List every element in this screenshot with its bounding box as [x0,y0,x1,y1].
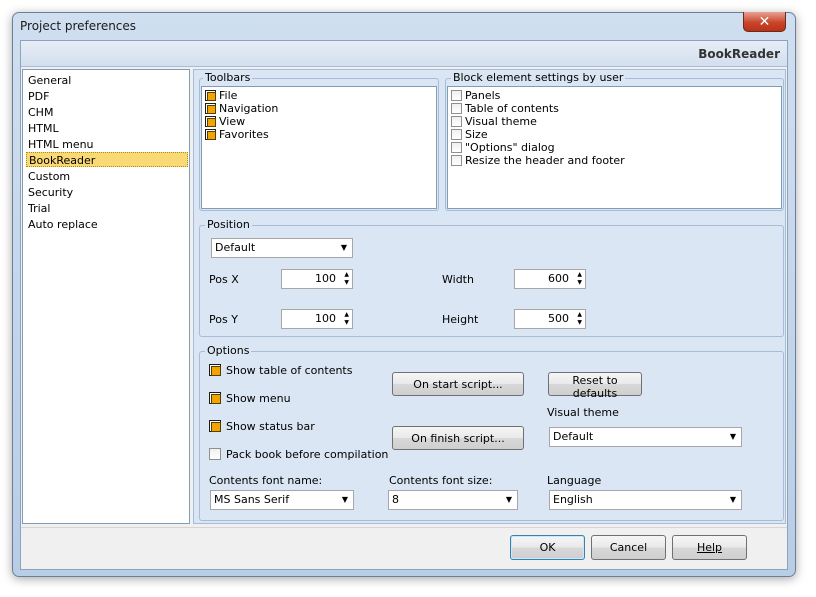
contents-font-name-label: Contents font name: [209,474,323,487]
toolbar-item-view[interactable]: View [205,115,245,128]
settings-panel: Toolbars File Navigation View Favorites … [193,69,786,524]
block-resize-checkbox[interactable] [451,155,462,166]
width-label: Width [442,273,474,286]
toolbars-list[interactable]: File Navigation View Favorites [201,86,437,209]
category-list[interactable]: General PDF CHM HTML HTML menu BookReade… [22,69,190,524]
chevron-down-icon: ▼ [729,432,736,441]
spin-arrows-icon[interactable]: ▲ ▼ [577,271,582,287]
pos-x-stepper[interactable]: 100 ▲ ▼ [281,269,353,289]
chevron-down-icon: ▼ [341,495,348,504]
height-label: Height [442,313,479,326]
header-band [21,41,787,67]
toolbar-item-navigation[interactable]: Navigation [205,102,278,115]
cancel-button[interactable]: Cancel [591,535,666,560]
block-toc-checkbox[interactable] [451,103,462,114]
on-start-script-button[interactable]: On start script... [392,372,524,396]
spin-arrows-icon[interactable]: ▲ ▼ [344,271,349,287]
toolbar-file-checkbox[interactable] [205,90,216,101]
show-toc-option[interactable]: Show table of contents [209,364,352,377]
pack-book-checkbox[interactable] [209,448,221,460]
spin-arrows-icon[interactable]: ▲ ▼ [577,311,582,327]
on-finish-script-button[interactable]: On finish script... [392,426,524,450]
ok-button[interactable]: OK [510,535,585,560]
chevron-down-icon: ▼ [729,495,736,504]
visual-theme-select[interactable]: Default ▼ [549,427,742,447]
nav-item-auto-replace[interactable]: Auto replace [26,217,188,232]
nav-item-trial[interactable]: Trial [26,201,188,216]
nav-item-pdf[interactable]: PDF [26,89,188,104]
block-item-size[interactable]: Size [451,128,488,141]
nav-item-general[interactable]: General [26,73,188,88]
toolbar-item-file[interactable]: File [205,89,237,102]
pos-y-stepper[interactable]: 100 ▲ ▼ [281,309,353,329]
block-item-options-dialog[interactable]: "Options" dialog [451,141,555,154]
pack-book-option[interactable]: Pack book before compilation [209,448,388,461]
toolbar-favorites-checkbox[interactable] [205,129,216,140]
block-item-visual-theme[interactable]: Visual theme [451,115,537,128]
block-item-resize[interactable]: Resize the header and footer [451,154,625,167]
spin-arrows-icon[interactable]: ▲ ▼ [344,311,349,327]
language-label: Language [547,474,602,487]
block-settings-group-title: Block element settings by user [451,71,626,84]
nav-item-security[interactable]: Security [26,185,188,200]
nav-item-bookreader[interactable]: BookReader [26,152,188,167]
show-status-bar-option[interactable]: Show status bar [209,420,315,433]
show-toc-checkbox[interactable] [209,364,221,376]
contents-font-name-select[interactable]: MS Sans Serif ▼ [210,490,354,510]
show-menu-checkbox[interactable] [209,392,221,404]
chevron-down-icon: ▼ [505,495,512,504]
toolbar-navigation-checkbox[interactable] [205,103,216,114]
nav-item-chm[interactable]: CHM [26,105,188,120]
visual-theme-label: Visual theme [547,406,619,419]
height-stepper[interactable]: 500 ▲ ▼ [514,309,586,329]
block-item-toc[interactable]: Table of contents [451,102,559,115]
block-panels-checkbox[interactable] [451,90,462,101]
nav-item-html-menu[interactable]: HTML menu [26,137,188,152]
width-stepper[interactable]: 600 ▲ ▼ [514,269,586,289]
toolbar-item-favorites[interactable]: Favorites [205,128,269,141]
chevron-down-icon: ▼ [340,243,347,252]
block-options-dialog-checkbox[interactable] [451,142,462,153]
pos-y-label: Pos Y [209,313,238,326]
reset-defaults-button[interactable]: Reset to defaults [548,372,642,400]
section-title: BookReader [698,47,780,61]
toolbar-view-checkbox[interactable] [205,116,216,127]
help-button[interactable]: Help [672,535,747,560]
block-settings-list[interactable]: Panels Table of contents Visual theme Si… [447,86,782,209]
language-select[interactable]: English ▼ [549,490,742,510]
show-menu-option[interactable]: Show menu [209,392,291,405]
block-item-panels[interactable]: Panels [451,89,500,102]
close-icon: ✕ [758,13,771,30]
position-group-title: Position [205,218,252,231]
pos-x-label: Pos X [209,273,239,286]
contents-font-size-select[interactable]: 8 ▼ [388,490,518,510]
nav-item-custom[interactable]: Custom [26,169,188,184]
show-status-bar-checkbox[interactable] [209,420,221,432]
options-group-title: Options [205,344,252,357]
nav-item-html[interactable]: HTML [26,121,188,136]
block-size-checkbox[interactable] [451,129,462,140]
close-button[interactable]: ✕ [743,12,786,32]
window-title: Project preferences [20,19,137,33]
position-mode-select[interactable]: Default ▼ [211,238,353,258]
contents-font-size-label: Contents font size: [389,474,493,487]
toolbars-group-title: Toolbars [203,71,253,84]
block-visual-theme-checkbox[interactable] [451,116,462,127]
